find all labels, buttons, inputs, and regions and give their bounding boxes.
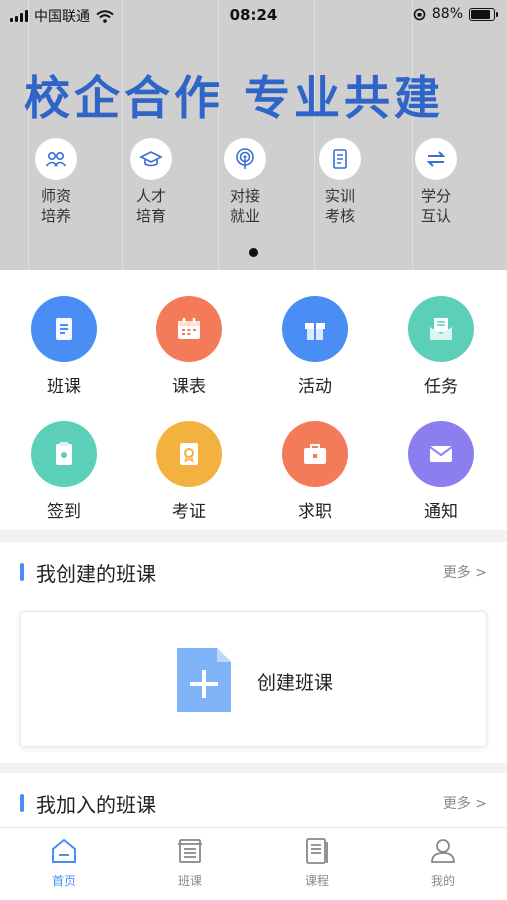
tab-profile[interactable]: 我的 — [403, 836, 483, 889]
grid-item-schedule[interactable]: 课表 — [139, 296, 239, 397]
calendar-icon — [156, 296, 222, 362]
grid-item-label: 求职 — [298, 502, 332, 522]
grid-item-activity[interactable]: 活动 — [265, 296, 365, 397]
carousel-indicator[interactable] — [249, 248, 258, 257]
banner-slogan: 校企合作 专业共建 — [24, 71, 445, 125]
grid-item-label: 课表 — [172, 377, 206, 397]
broadcast-icon — [224, 138, 266, 180]
feature-label-line1: 实训 — [324, 187, 355, 205]
grid-item-label: 班课 — [47, 377, 81, 397]
tab-label: 班课 — [177, 874, 202, 888]
certificate-icon — [156, 421, 222, 487]
create-class-label: 创建班课 — [257, 672, 334, 694]
feature-label-line2: 考核 — [324, 207, 355, 225]
grid-item-label: 活动 — [298, 377, 332, 397]
tab-label: 首页 — [51, 874, 76, 888]
feature-label-line1: 师资 — [40, 187, 71, 205]
section-title: 我加入的班课 — [36, 792, 156, 817]
create-class-card[interactable]: 创建班课 — [20, 611, 487, 747]
feature-label-line1: 对接 — [229, 187, 260, 205]
banner[interactable]: 中国联通 08:24 88% 校企合作 专业共建 师资 培养 人才 培育 对接 … — [0, 0, 507, 270]
grid-item-class[interactable]: 班课 — [14, 296, 114, 397]
grid-item-label: 通知 — [424, 502, 458, 522]
section-title: 我创建的班课 — [36, 561, 156, 586]
feature-label-line1: 学分 — [420, 187, 451, 205]
tab-courses[interactable]: 课程 — [277, 836, 357, 889]
grid-item-label: 考证 — [172, 502, 206, 522]
section-marker — [20, 563, 24, 581]
course-book-icon — [306, 838, 328, 864]
battery-percent: 88% — [431, 6, 463, 22]
document-icon — [319, 138, 361, 180]
feature-label-line2: 就业 — [229, 207, 260, 225]
profile-icon — [431, 839, 455, 863]
tab-label: 我的 — [430, 874, 455, 888]
people-icon — [35, 138, 77, 180]
bottom-tab-bar: 首页 班课 课程 我的 — [0, 827, 507, 900]
grid-item-label: 签到 — [47, 502, 81, 522]
tab-label: 课程 — [304, 874, 329, 888]
briefcase-icon — [282, 421, 348, 487]
section-marker — [20, 794, 24, 812]
rotation-lock-icon — [413, 8, 426, 20]
mail-open-icon — [408, 296, 474, 362]
status-bar: 中国联通 08:24 88% — [0, 0, 507, 30]
grid-item-checkin[interactable]: 签到 — [14, 421, 114, 522]
tab-home[interactable]: 首页 — [24, 836, 104, 889]
grid-item-notice[interactable]: 通知 — [391, 421, 491, 522]
feature-label-line2: 培育 — [135, 207, 166, 225]
more-link[interactable]: 更多 > — [443, 793, 487, 813]
graduation-cap-icon — [130, 138, 172, 180]
created-classes-section: 我创建的班课 更多 > 创建班课 — [0, 542, 507, 763]
envelope-icon — [408, 421, 474, 487]
feature-label-line2: 培养 — [40, 207, 71, 225]
grid-item-task[interactable]: 任务 — [391, 296, 491, 397]
grid-item-jobs[interactable]: 求职 — [265, 421, 365, 522]
add-document-icon — [177, 648, 231, 712]
grid-item-label: 任务 — [424, 377, 458, 397]
more-link[interactable]: 更多 > — [443, 562, 487, 582]
clipboard-check-icon — [31, 421, 97, 487]
section-header: 我创建的班课 更多 > — [20, 542, 487, 602]
battery-icon — [469, 7, 498, 21]
function-grid: 班课 课表 活动 任务 签到 考证 求职 通知 — [0, 270, 507, 530]
grid-item-certificate[interactable]: 考证 — [139, 421, 239, 522]
feature-teacher-training: 师资 培养 — [16, 138, 96, 226]
feature-talent-cultivation: 人才 培育 — [111, 138, 191, 226]
feature-label-line1: 人才 — [135, 187, 166, 205]
feature-credit-recognition: 学分 互认 — [396, 138, 476, 226]
exchange-arrows-icon — [415, 138, 457, 180]
home-icon — [52, 838, 76, 863]
feature-training-assessment: 实训 考核 — [300, 138, 380, 226]
class-doc-icon — [31, 296, 97, 362]
joined-classes-section: 我加入的班课 更多 > — [0, 773, 507, 833]
section-header: 我加入的班课 更多 > — [20, 773, 487, 833]
class-list-icon — [178, 839, 202, 863]
tab-classes[interactable]: 班课 — [150, 836, 230, 889]
feature-employment: 对接 就业 — [205, 138, 285, 226]
feature-label-line2: 互认 — [420, 207, 451, 225]
gift-icon — [282, 296, 348, 362]
